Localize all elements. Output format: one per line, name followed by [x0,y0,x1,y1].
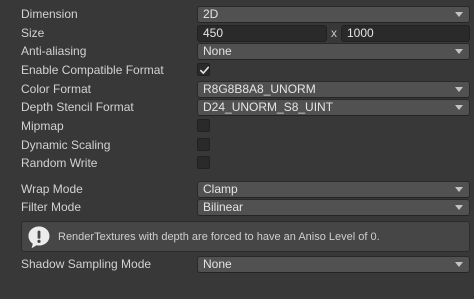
random-write-label: Random Write [21,156,98,170]
dropdown-arrow-icon [455,87,463,92]
shadow-sampling-mode-label: Shadow Sampling Mode [21,257,152,271]
dynamic-scaling-row: Dynamic Scaling [0,136,474,155]
wrap-mode-value: Clamp [203,182,238,196]
dynamic-scaling-label: Dynamic Scaling [21,138,111,152]
color-format-row: Color Format R8G8B8A8_UNORM [0,80,474,99]
enable-compatible-format-label: Enable Compatible Format [21,63,164,77]
color-format-dropdown[interactable]: R8G8B8A8_UNORM [197,81,470,98]
depth-stencil-format-label: Depth Stencil Format [21,100,134,114]
shadow-sampling-mode-row: Shadow Sampling Mode None [0,255,474,274]
filter-mode-dropdown[interactable]: Bilinear [197,199,470,216]
dimension-row: Dimension 2D [0,5,474,24]
filter-mode-label: Filter Mode [21,200,82,214]
checkmark-icon [200,66,210,74]
depth-stencil-format-value: D24_UNORM_S8_UINT [203,100,334,114]
depth-stencil-format-row: Depth Stencil Format D24_UNORM_S8_UINT [0,98,474,117]
anti-aliasing-dropdown[interactable]: None [197,43,470,60]
dynamic-scaling-checkbox[interactable] [197,138,210,151]
size-height-value: 1000 [347,26,374,40]
color-format-label: Color Format [21,82,92,96]
inspector-panel: { "fields": { "dimension": {"label": "Di… [0,0,474,299]
filter-mode-row: Filter Mode Bilinear [0,198,474,217]
dropdown-arrow-icon [455,12,463,17]
dropdown-arrow-icon [455,205,463,210]
dimension-dropdown[interactable]: 2D [197,6,470,23]
size-label: Size [21,26,45,40]
dropdown-arrow-icon [455,187,463,192]
size-width-value: 450 [203,26,224,40]
random-write-row: Random Write [0,154,474,173]
anti-aliasing-label: Anti-aliasing [21,44,87,58]
mipmap-checkbox[interactable] [197,119,210,132]
depth-stencil-format-dropdown[interactable]: D24_UNORM_S8_UINT [197,99,470,116]
size-separator: x [331,26,337,40]
anti-aliasing-value: None [203,44,232,58]
wrap-mode-row: Wrap Mode Clamp [0,180,474,199]
warning-icon [28,226,50,249]
size-row: Size 450 x 1000 [0,24,474,43]
filter-mode-value: Bilinear [203,200,244,214]
mipmap-label: Mipmap [21,119,64,133]
shadow-sampling-mode-value: None [203,257,232,271]
size-width-field[interactable]: 450 [197,25,327,42]
color-format-value: R8G8B8A8_UNORM [203,82,316,96]
enable-compatible-format-row: Enable Compatible Format [0,61,474,80]
help-box: RenderTextures with depth are forced to … [21,221,470,252]
dimension-value: 2D [203,7,219,21]
dropdown-arrow-icon [455,49,463,54]
shadow-sampling-mode-dropdown[interactable]: None [197,256,470,273]
dropdown-arrow-icon [455,105,463,110]
mipmap-row: Mipmap [0,117,474,136]
size-height-field[interactable]: 1000 [341,25,470,42]
dimension-label: Dimension [21,7,78,21]
anti-aliasing-row: Anti-aliasing None [0,42,474,61]
wrap-mode-dropdown[interactable]: Clamp [197,181,470,198]
help-message: RenderTextures with depth are forced to … [58,231,380,243]
dropdown-arrow-icon [455,262,463,267]
wrap-mode-label: Wrap Mode [21,182,83,196]
random-write-checkbox[interactable] [197,156,210,169]
enable-compatible-format-checkbox[interactable] [197,63,210,76]
